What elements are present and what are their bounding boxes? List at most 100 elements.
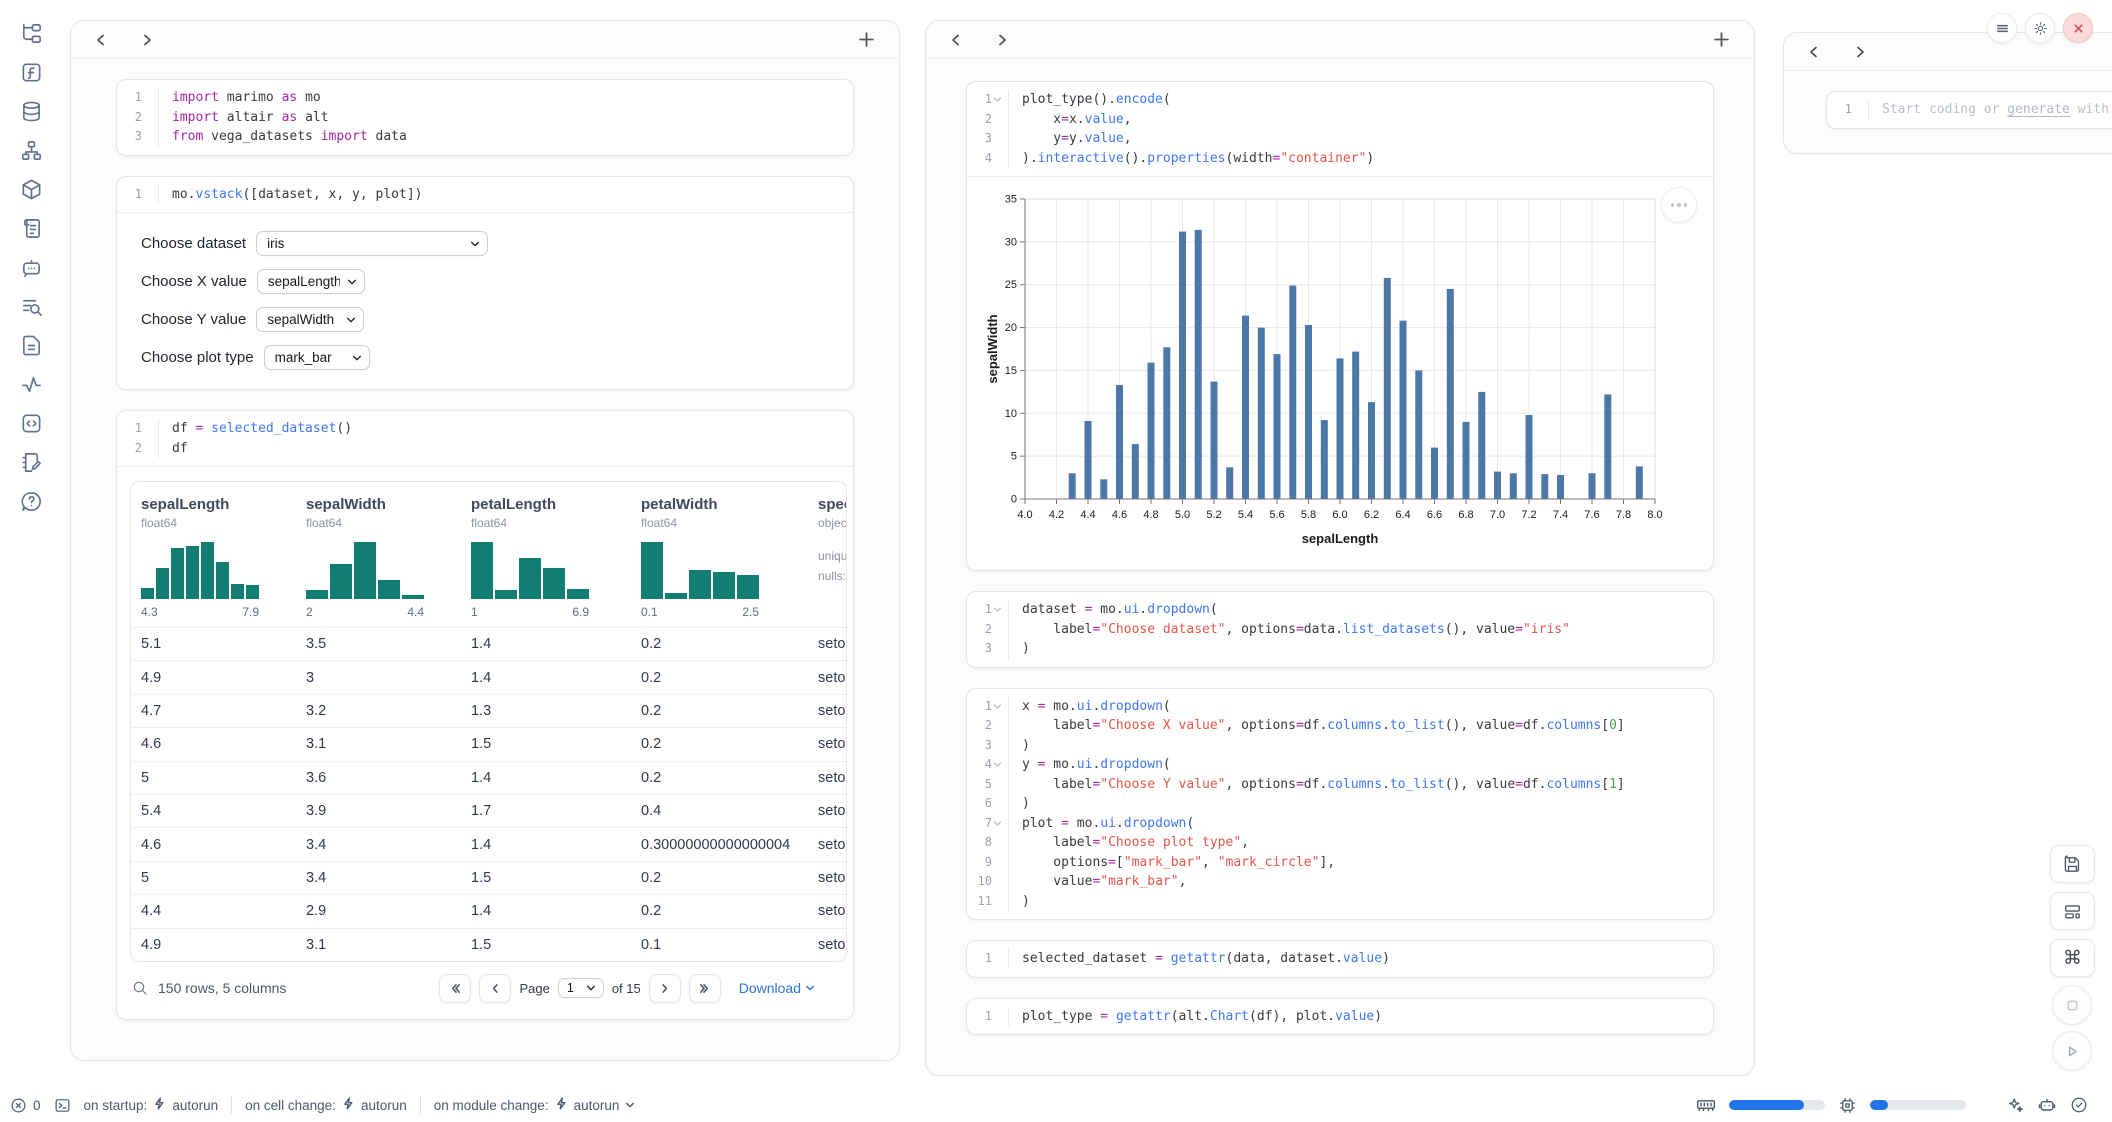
help-icon[interactable] bbox=[18, 488, 44, 514]
connection-status-icon[interactable] bbox=[2070, 1096, 2088, 1114]
choose-dataset-select[interactable]: iris bbox=[256, 231, 488, 256]
sparkles-icon[interactable] bbox=[2006, 1096, 2024, 1114]
first-page-button[interactable] bbox=[439, 974, 471, 1003]
on-startup-setting[interactable]: on startup: autorun bbox=[84, 1097, 219, 1113]
column-meta-line: unique: bbox=[818, 546, 846, 566]
page-select[interactable]: 1 bbox=[558, 978, 604, 998]
functions-icon[interactable] bbox=[18, 59, 44, 85]
column-histogram[interactable] bbox=[641, 542, 759, 599]
table-row[interactable]: 5.13.51.40.2setosa bbox=[131, 627, 846, 660]
code-line: 1mo.vstack([dataset, x, y, plot]) bbox=[117, 185, 853, 205]
code-editor[interactable]: 1plot_type = getattr(alt.Chart(df), plot… bbox=[967, 999, 1713, 1035]
chart-bar bbox=[1100, 479, 1107, 499]
column-right-icon[interactable] bbox=[139, 32, 155, 48]
table-row[interactable]: 4.63.41.40.30000000000000004setosa bbox=[131, 827, 846, 860]
column-histogram[interactable] bbox=[471, 542, 589, 599]
code-editor[interactable]: 1plot_type().encode(2 x=x.value,3 y=y.va… bbox=[967, 82, 1713, 176]
column-left-icon[interactable] bbox=[93, 32, 109, 48]
chart-bar bbox=[1589, 473, 1596, 499]
code-token: ui bbox=[1100, 816, 1116, 831]
next-page-button[interactable] bbox=[649, 974, 681, 1003]
chart-actions-button[interactable] bbox=[1661, 187, 1697, 223]
fold-chevron-icon bbox=[142, 131, 153, 142]
packages-icon[interactable] bbox=[18, 176, 44, 202]
choose-x-value-select[interactable]: sepalLength bbox=[257, 269, 365, 294]
add-cell-icon[interactable] bbox=[855, 29, 877, 51]
code-token: "container" bbox=[1280, 151, 1366, 166]
code-token: y bbox=[1022, 131, 1061, 146]
code-token: data bbox=[368, 129, 407, 144]
save-button[interactable] bbox=[2050, 845, 2095, 883]
previous-page-button[interactable] bbox=[479, 974, 511, 1003]
table-row[interactable]: 4.93.11.50.1setosa bbox=[131, 928, 846, 961]
code-editor[interactable]: 1mo.vstack([dataset, x, y, plot]) bbox=[117, 177, 853, 213]
documentation-icon[interactable] bbox=[18, 332, 44, 358]
last-page-button[interactable] bbox=[689, 974, 721, 1003]
file-tree-icon[interactable] bbox=[18, 20, 44, 46]
notebook-cell: 1Start coding or generate with AI bbox=[1826, 91, 2112, 129]
dependency-graph-icon[interactable] bbox=[18, 137, 44, 163]
code-token: df. bbox=[1304, 718, 1327, 733]
search-icon[interactable] bbox=[18, 293, 44, 319]
column-header[interactable]: speciesobjectunique:nulls: bbox=[808, 482, 846, 627]
code-editor[interactable]: 1df = selected_dataset()2df bbox=[117, 411, 853, 466]
snippets-icon[interactable] bbox=[18, 410, 44, 436]
column-header[interactable]: petalLengthfloat6416.9 bbox=[461, 482, 631, 627]
column-header[interactable]: sepalLengthfloat644.37.9 bbox=[131, 482, 296, 627]
logs-icon[interactable] bbox=[18, 215, 44, 241]
code-token: ) bbox=[1022, 796, 1030, 811]
code-editor[interactable]: 1Start coding or generate with AI bbox=[1827, 92, 2112, 128]
column-left-icon[interactable] bbox=[1806, 44, 1822, 60]
column-header[interactable]: sepalWidthfloat6424.4 bbox=[296, 482, 461, 627]
settings-button[interactable] bbox=[2025, 13, 2055, 43]
keyboard-shortcuts-button[interactable]: ⌘ bbox=[2050, 939, 2095, 977]
sepalwidth-by-sepallength-bar-chart[interactable]: 4.04.24.44.64.85.05.25.45.65.86.06.26.46… bbox=[985, 189, 1685, 561]
line-number-text: 11 bbox=[978, 892, 992, 912]
menu-button[interactable] bbox=[1987, 13, 2017, 43]
choose-y-value-select[interactable]: sepalWidth bbox=[256, 307, 364, 332]
table-row[interactable]: 53.41.50.2setosa bbox=[131, 861, 846, 894]
download-button[interactable]: Download bbox=[739, 980, 815, 996]
terminal-button[interactable] bbox=[54, 1097, 71, 1114]
code-editor[interactable]: 1selected_dataset = getattr(data, datase… bbox=[967, 941, 1713, 977]
close-button[interactable] bbox=[2063, 13, 2093, 43]
stop-button[interactable] bbox=[2052, 985, 2092, 1025]
code-token: = bbox=[1061, 131, 1069, 146]
chart-bar bbox=[1116, 385, 1123, 499]
code-editor[interactable]: 1import marimo as mo2import altair as al… bbox=[117, 80, 853, 155]
on-module-change-setting[interactable]: on module change: autorun bbox=[434, 1097, 636, 1113]
ai-assistant-icon[interactable] bbox=[2037, 1095, 2057, 1115]
code-line: 1Start coding or generate with AI bbox=[1827, 100, 2112, 120]
code-editor[interactable]: 1x = mo.ui.dropdown(2 label="Choose X va… bbox=[967, 689, 1713, 920]
search-icon[interactable] bbox=[132, 980, 148, 996]
scratchpad-icon[interactable] bbox=[18, 449, 44, 475]
errors-indicator[interactable]: 0 bbox=[10, 1097, 41, 1114]
table-row[interactable]: 53.61.40.2setosa bbox=[131, 761, 846, 794]
code-editor[interactable]: 1dataset = mo.ui.dropdown(2 label="Choos… bbox=[967, 592, 1713, 667]
histogram-range: 4.37.9 bbox=[141, 605, 259, 619]
table-row[interactable]: 4.42.91.40.2setosa bbox=[131, 894, 846, 927]
code-token: ) bbox=[1022, 894, 1030, 909]
add-cell-icon[interactable] bbox=[1710, 29, 1732, 51]
column-right-icon[interactable] bbox=[994, 32, 1010, 48]
table-row[interactable]: 5.43.91.70.4setosa bbox=[131, 794, 846, 827]
table-row[interactable]: 4.73.21.30.2setosa bbox=[131, 694, 846, 727]
column-header[interactable]: petalWidthfloat640.12.5 bbox=[631, 482, 808, 627]
column-histogram[interactable] bbox=[141, 542, 259, 599]
column-left-icon[interactable] bbox=[948, 32, 964, 48]
svg-text:sepalLength: sepalLength bbox=[1302, 531, 1379, 546]
column-histogram[interactable] bbox=[306, 542, 424, 599]
fold-chevron-icon bbox=[142, 423, 153, 434]
run-button[interactable] bbox=[2052, 1031, 2092, 1071]
layout-button[interactable] bbox=[2050, 892, 2095, 930]
datasources-icon[interactable] bbox=[18, 98, 44, 124]
choose-plot-type-select[interactable]: mark_bar bbox=[264, 345, 370, 370]
table-row[interactable]: 4.931.40.2setosa bbox=[131, 660, 846, 693]
column-right-icon[interactable] bbox=[1852, 44, 1868, 60]
chart-bar bbox=[1258, 328, 1265, 499]
histogram-bar bbox=[306, 590, 328, 599]
ai-chat-icon[interactable] bbox=[18, 254, 44, 280]
on-cell-change-setting[interactable]: on cell change: autorun bbox=[245, 1097, 407, 1113]
table-row[interactable]: 4.63.11.50.2setosa bbox=[131, 727, 846, 760]
tracing-icon[interactable] bbox=[18, 371, 44, 397]
